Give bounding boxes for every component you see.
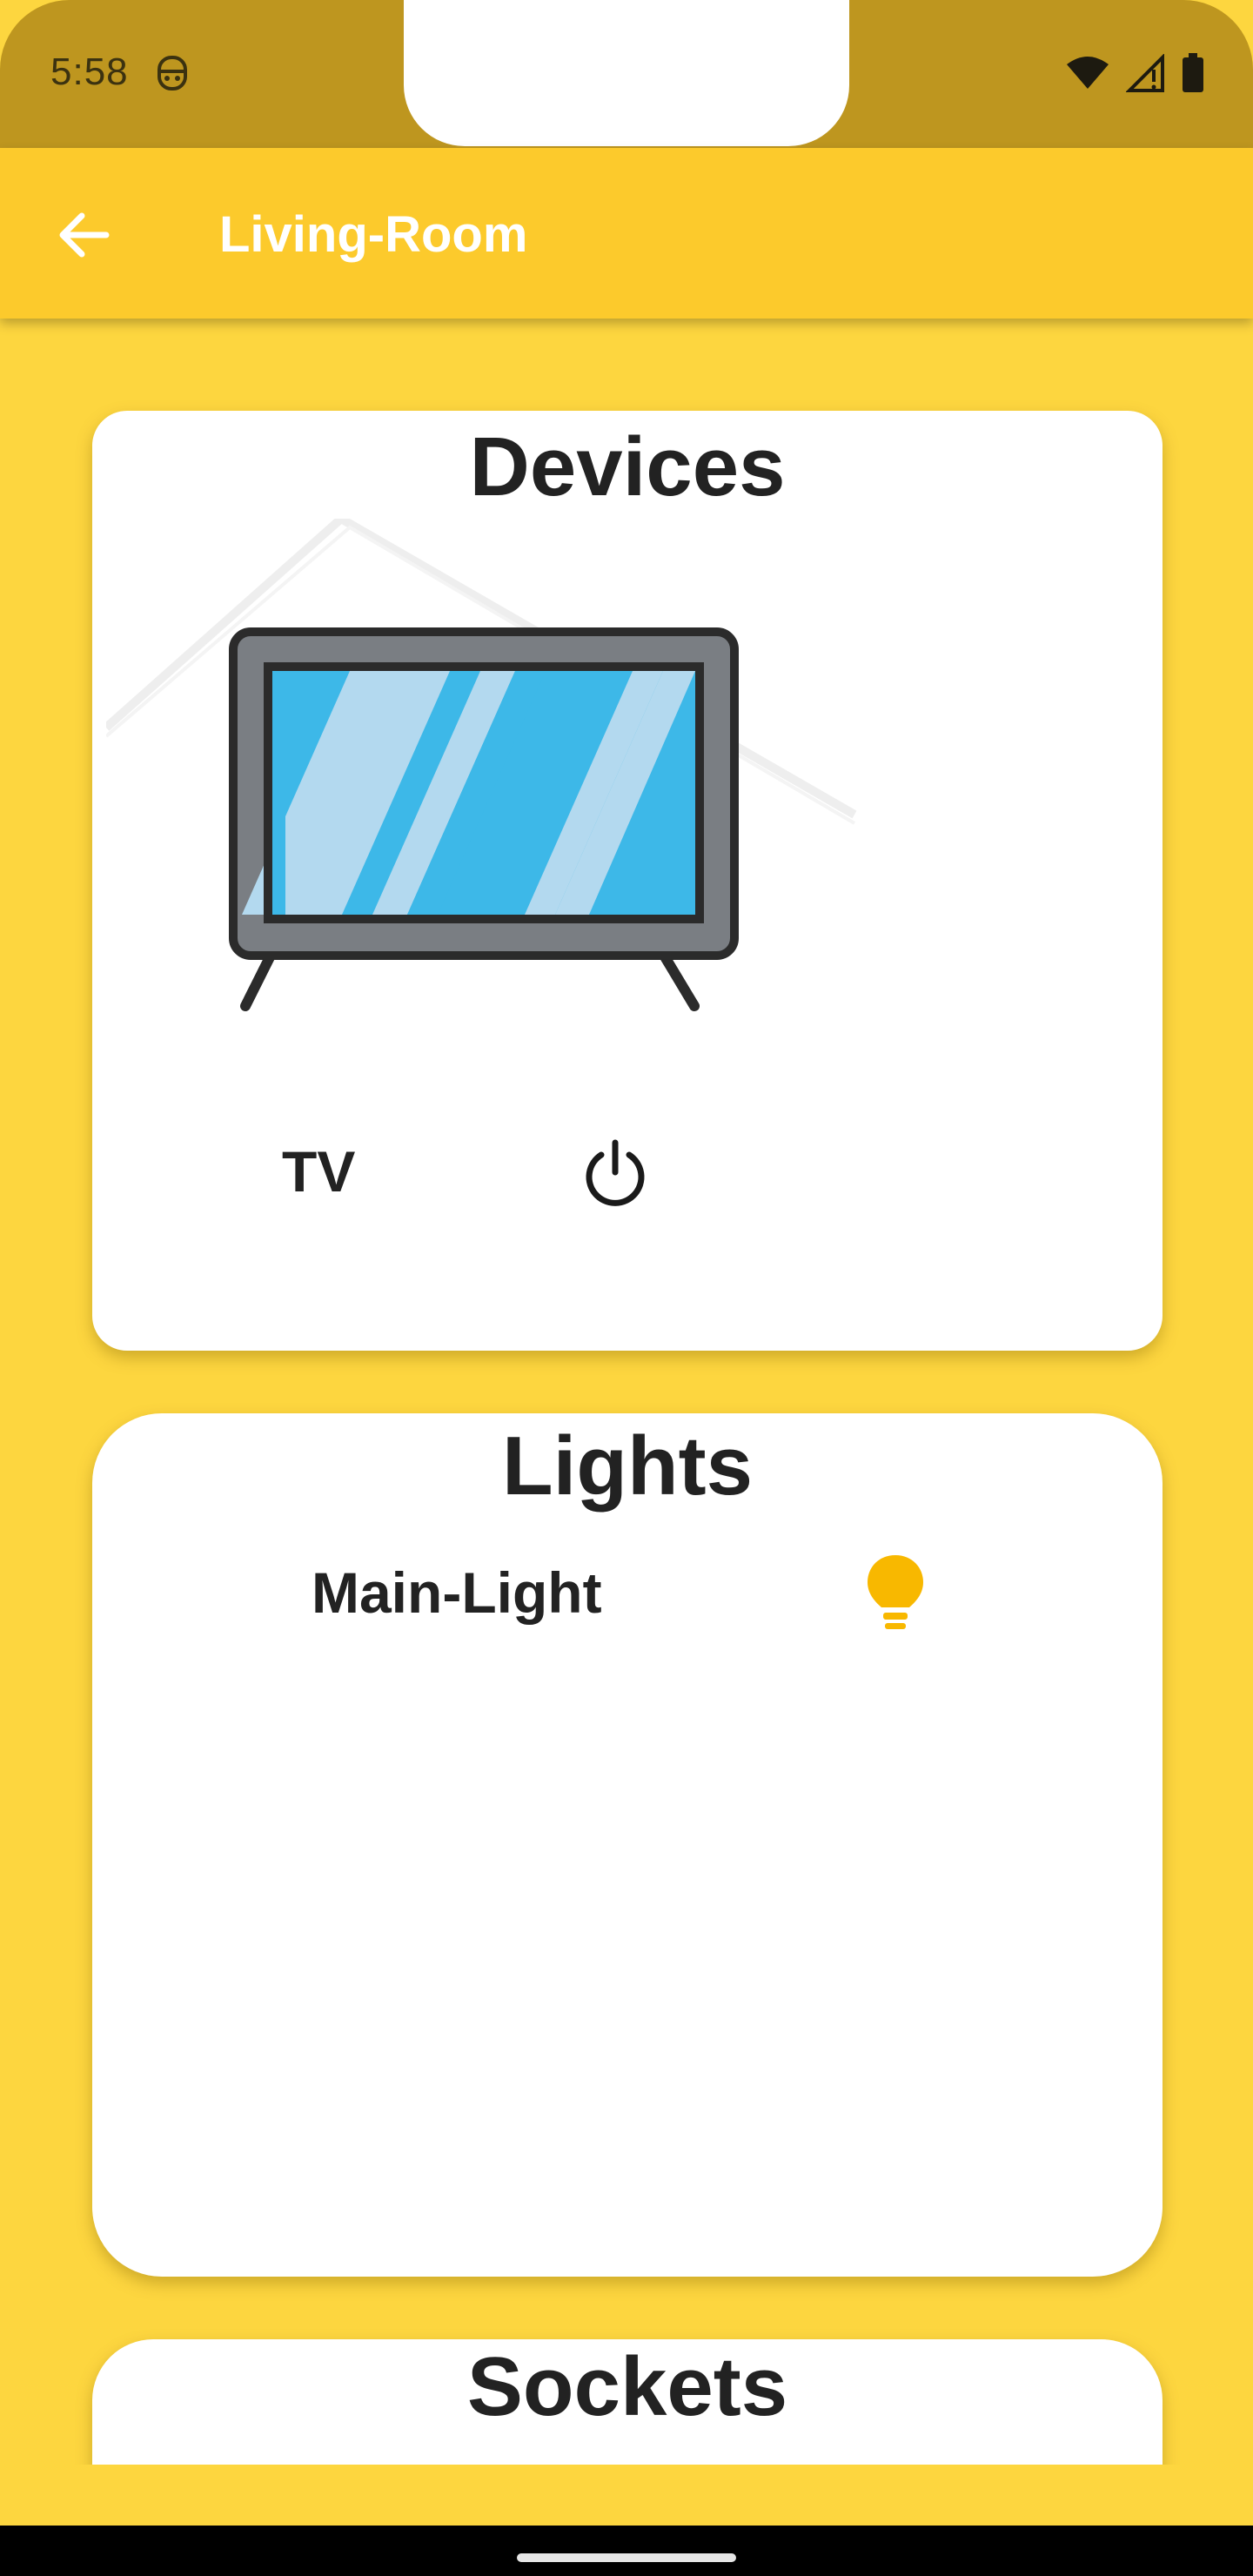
devices-title: Devices bbox=[469, 420, 786, 513]
tv-image bbox=[103, 513, 858, 1100]
lights-title: Lights bbox=[502, 1419, 753, 1513]
device-label-tv: TV bbox=[282, 1139, 356, 1204]
arrow-back-icon bbox=[59, 212, 110, 258]
bottom-strip bbox=[0, 2465, 1253, 2526]
status-icons bbox=[1065, 52, 1204, 97]
wifi-icon bbox=[1065, 56, 1110, 95]
home-gesture-pill[interactable] bbox=[517, 2553, 736, 2562]
screen: 5:58 Living-Room Devices TV Lights Main-… bbox=[0, 0, 1253, 2576]
lightbulb-icon bbox=[868, 1555, 923, 1629]
back-button[interactable] bbox=[49, 200, 118, 270]
tv-power-button[interactable] bbox=[567, 1126, 663, 1222]
status-bar: 5:58 bbox=[0, 0, 1253, 148]
battery-icon bbox=[1182, 52, 1204, 97]
lights-card: Lights Main-Light bbox=[92, 1413, 1163, 2277]
devices-card: Devices TV bbox=[92, 411, 1163, 1351]
navigation-bar bbox=[0, 2526, 1253, 2576]
page-title: Living-Room bbox=[219, 206, 528, 263]
power-icon bbox=[586, 1139, 645, 1206]
sockets-title: Sockets bbox=[466, 2340, 788, 2433]
notification-face-icon bbox=[155, 54, 190, 92]
main-light-toggle[interactable] bbox=[848, 1544, 943, 1640]
light-label-main: Main-Light bbox=[312, 1560, 602, 1625]
app-bar: Living-Room bbox=[0, 148, 1253, 319]
signal-icon bbox=[1125, 52, 1166, 97]
camera-notch bbox=[404, 0, 849, 146]
status-time: 5:58 bbox=[50, 50, 129, 93]
